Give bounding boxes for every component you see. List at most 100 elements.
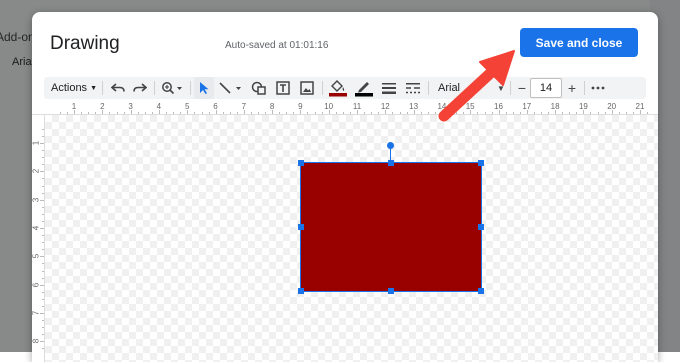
ruler-tick bbox=[158, 110, 160, 114]
ruler-tick bbox=[427, 112, 429, 114]
ruler-tick bbox=[350, 112, 351, 114]
ruler-tick bbox=[194, 112, 196, 114]
ruler-tick bbox=[187, 110, 189, 114]
ruler-tick bbox=[40, 312, 44, 314]
save-and-close-button[interactable]: Save and close bbox=[520, 28, 638, 57]
ruler-tick bbox=[42, 220, 44, 222]
ruler-tick bbox=[533, 112, 535, 114]
horizontal-ruler: 1 2 3 4 5 6 7 8 9 10 11 12 13 14 15 16 17 18 19 20 21 bbox=[32, 101, 658, 115]
ruler-tick bbox=[42, 136, 44, 137]
line-icon[interactable] bbox=[216, 77, 246, 99]
undo-icon[interactable] bbox=[108, 77, 128, 99]
resize-handle-top-left[interactable] bbox=[298, 160, 304, 166]
ruler-tick bbox=[42, 270, 44, 272]
ruler-tick bbox=[42, 192, 44, 194]
ruler-tick bbox=[243, 110, 245, 114]
chevron-down-icon: ▼ bbox=[90, 84, 97, 92]
toolbar-divider bbox=[190, 81, 191, 95]
resize-handle-left[interactable] bbox=[298, 224, 304, 230]
increase-font-size-button[interactable]: + bbox=[564, 77, 580, 99]
ruler-tick bbox=[88, 112, 90, 114]
toolbar-divider bbox=[584, 81, 585, 95]
ruler-tick bbox=[67, 112, 68, 114]
ruler-tick bbox=[40, 171, 44, 173]
ruler-tick bbox=[399, 112, 401, 114]
ruler-tick bbox=[42, 263, 44, 265]
ruler-tick bbox=[526, 110, 528, 114]
ruler-tick bbox=[286, 112, 288, 114]
shape-icon[interactable] bbox=[248, 77, 270, 99]
dialog-title: Drawing bbox=[50, 33, 120, 54]
selected-rectangle-shape[interactable] bbox=[300, 162, 482, 292]
ruler-tick bbox=[222, 112, 224, 114]
ruler-tick bbox=[40, 284, 44, 286]
ruler-tick bbox=[583, 110, 585, 114]
vertical-ruler: 12345678 bbox=[32, 115, 45, 362]
actions-label: Actions bbox=[50, 82, 88, 94]
ruler-tick bbox=[590, 112, 592, 114]
ruler-tick bbox=[413, 110, 415, 114]
more-icon[interactable] bbox=[590, 77, 606, 99]
ruler-tick bbox=[151, 112, 153, 114]
image-icon[interactable] bbox=[296, 77, 318, 99]
resize-handle-bottom[interactable] bbox=[388, 288, 394, 294]
resize-handle-right[interactable] bbox=[478, 224, 484, 230]
ruler-tick bbox=[633, 112, 634, 114]
ruler-tick bbox=[109, 112, 111, 114]
ruler-tick bbox=[562, 112, 564, 114]
resize-handle-bottom-left[interactable] bbox=[298, 288, 304, 294]
ruler-tick bbox=[307, 112, 309, 114]
ruler-tick bbox=[626, 112, 627, 114]
toolbar-divider bbox=[322, 81, 323, 95]
textbox-icon[interactable] bbox=[272, 77, 294, 99]
toolbar-divider bbox=[154, 81, 155, 95]
ruler-tick bbox=[40, 227, 44, 229]
ruler-tick bbox=[569, 112, 571, 114]
ruler-tick bbox=[60, 112, 61, 114]
drawing-canvas[interactable] bbox=[45, 115, 658, 362]
ruler-tick bbox=[95, 112, 97, 114]
border-weight-icon[interactable] bbox=[378, 77, 400, 99]
ruler-tick bbox=[40, 143, 44, 144]
actions-menu[interactable]: Actions ▼ bbox=[50, 77, 98, 99]
ruler-tick bbox=[208, 112, 210, 114]
ruler-tick bbox=[42, 129, 44, 130]
drawing-toolbar: Actions ▼ Arial ▼ − 14 + bbox=[44, 77, 646, 99]
resize-handle-top[interactable] bbox=[388, 160, 394, 166]
ruler-tick bbox=[42, 327, 44, 329]
font-size-input[interactable]: 14 bbox=[530, 78, 562, 98]
annotation-arrow-icon bbox=[438, 50, 515, 122]
resize-handle-bottom-right[interactable] bbox=[478, 288, 484, 294]
ruler-tick bbox=[378, 112, 380, 114]
ruler-tick bbox=[541, 112, 543, 114]
ruler-tick bbox=[250, 112, 252, 114]
ruler-tick bbox=[130, 110, 132, 114]
ruler-tick bbox=[81, 112, 82, 114]
ruler-tick bbox=[548, 112, 550, 114]
fill-color-icon[interactable] bbox=[326, 77, 350, 99]
ruler-tick bbox=[42, 334, 44, 336]
border-color-icon[interactable] bbox=[352, 77, 376, 99]
ruler-tick bbox=[618, 112, 620, 114]
select-icon[interactable] bbox=[194, 77, 214, 99]
drawing-dialog: Drawing Auto-saved at 01:01:16 Save and … bbox=[32, 12, 658, 362]
ruler-tick bbox=[576, 112, 578, 114]
rotate-handle[interactable] bbox=[387, 142, 394, 149]
ruler-tick bbox=[173, 112, 175, 114]
ruler-tick bbox=[300, 110, 302, 114]
ruler-tick bbox=[42, 348, 44, 350]
ruler-tick bbox=[611, 110, 613, 114]
ruler-tick bbox=[201, 112, 203, 114]
resize-handle-top-right[interactable] bbox=[478, 160, 484, 166]
zoom-icon[interactable] bbox=[158, 77, 186, 99]
ruler-tick bbox=[647, 112, 648, 114]
ruler-tick bbox=[215, 110, 217, 114]
ruler-tick bbox=[42, 249, 44, 251]
ruler-tick bbox=[335, 112, 337, 114]
redo-icon[interactable] bbox=[130, 77, 150, 99]
ruler-tick bbox=[42, 213, 44, 215]
ruler-tick bbox=[272, 110, 274, 114]
ruler-tick bbox=[42, 185, 44, 187]
border-dash-icon[interactable] bbox=[402, 77, 424, 99]
ruler-tick bbox=[640, 110, 641, 114]
